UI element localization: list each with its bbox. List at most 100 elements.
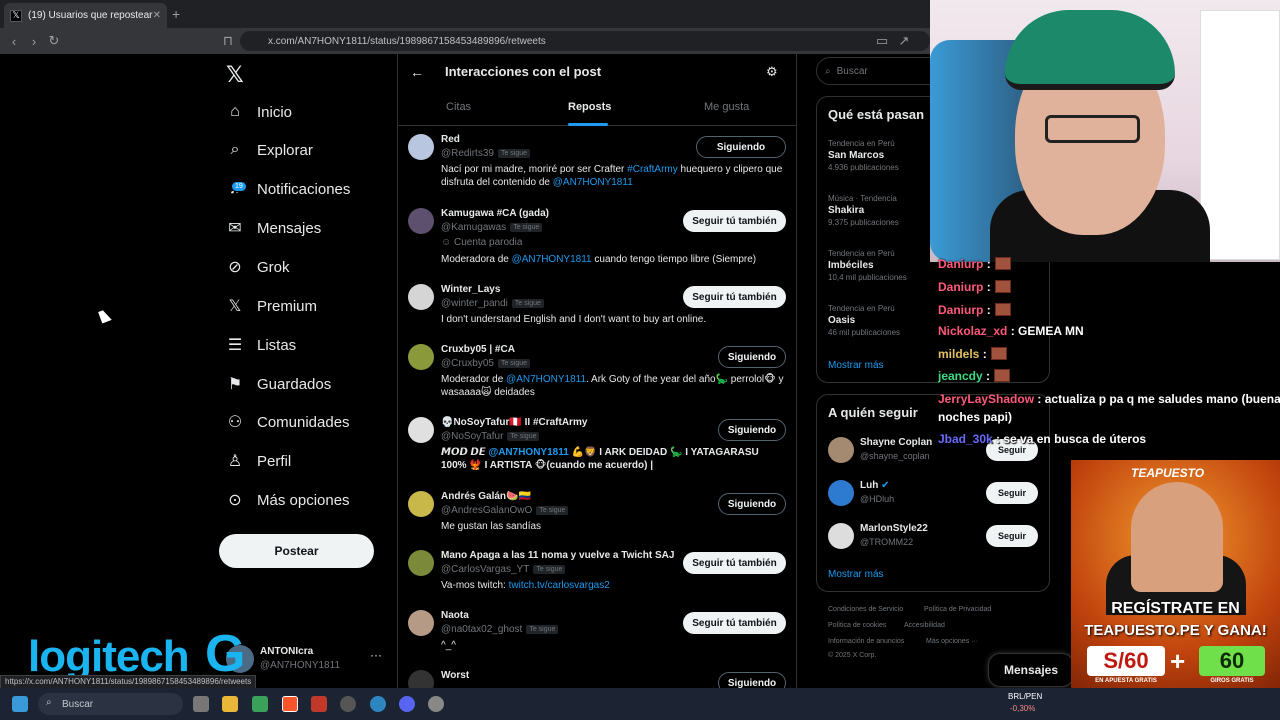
app-icon[interactable] [340, 696, 356, 712]
footer-link[interactable]: Política de cookies [828, 622, 886, 629]
settings-icon[interactable] [428, 696, 444, 712]
trend-item[interactable]: Música · Tendencia Shakira 9.375 publicaci… [828, 194, 899, 227]
app-icon[interactable] [370, 696, 386, 712]
user-row[interactable]: Worst Siguiendo [398, 668, 796, 688]
user-handle: @AndresGalanOwO Te sigue [441, 505, 569, 516]
trend-count: 4.936 publicaciones [828, 163, 899, 172]
nav-inicio[interactable]: ⌂ Inicio [226, 94, 292, 130]
user-handle: @na0tax02_ghost Te sigue [441, 624, 559, 635]
new-tab-icon[interactable]: + [172, 6, 180, 22]
user-row[interactable]: Andrés Galán🍉🇨🇴 @AndresGalanOwO Te sigue … [398, 489, 796, 544]
nav-label: Grok [257, 258, 290, 276]
follow-back-button[interactable]: Seguir tú también [683, 552, 786, 574]
bio-mention[interactable]: @AN7HONY1811 [553, 177, 633, 188]
brave-browser-icon[interactable] [282, 696, 298, 712]
tab-reposts[interactable]: Reposts [568, 101, 611, 113]
footer-link[interactable]: Accesibilidad [904, 622, 945, 629]
nav-notificaciones[interactable]: ♫19 Notificaciones [226, 171, 350, 207]
ad-subtext: GIROS GRATIS [1210, 678, 1254, 684]
user-row[interactable]: Kamugawa #CA (gada) @Kamugawas Te sigue ☺… [398, 206, 796, 276]
footer-link[interactable]: Política de Privacidad [924, 606, 991, 613]
user-row[interactable]: Naota @na0tax02_ghost Te sigue ^_^ Seguir… [398, 608, 796, 663]
app-icon[interactable] [311, 696, 327, 712]
ad-person [1131, 482, 1223, 592]
follow-button[interactable]: Seguir [986, 482, 1038, 504]
address-bar[interactable]: x.com/AN7HONY1811/status/198986715845348… [240, 31, 930, 51]
discord-icon[interactable] [399, 696, 415, 712]
show-more-link[interactable]: Mostrar más [828, 360, 884, 371]
back-icon[interactable]: ‹ [6, 33, 22, 49]
people-icon: ⚇ [227, 414, 243, 431]
footer-link[interactable]: Condiciones de Servicio [828, 606, 903, 613]
more-dots-icon[interactable]: ··· [370, 648, 382, 662]
chat-text: noches papi) [938, 410, 1013, 424]
suggestion-row[interactable]: Luh ✔ @HDluh Seguir [828, 478, 1043, 510]
nav-guardados[interactable]: ⚑ Guardados [226, 366, 331, 402]
cast-icon[interactable]: ▭ [874, 33, 890, 49]
trend-item[interactable]: Tendencia en Perú Imbéciles 10,4 mil publi… [828, 249, 907, 282]
following-button[interactable]: Siguiendo [718, 672, 786, 688]
user-row[interactable]: Mano Apaga a las 11 noma y vuelve a Twic… [398, 548, 796, 603]
chat-message: mildels : [938, 347, 1007, 361]
taskbar-search[interactable]: ⌕ Buscar [38, 693, 183, 715]
task-view-icon[interactable] [193, 696, 209, 712]
messages-drawer[interactable]: Mensajes [988, 653, 1074, 687]
handle-text: @AndresGalanOwO [441, 505, 533, 516]
trend-item[interactable]: Tendencia en Perú San Marcos 4.936 publica… [828, 139, 899, 172]
filter-icon[interactable]: ⚙ [766, 64, 778, 80]
nav-explorar[interactable]: ⌕ Explorar [226, 132, 313, 168]
user-bio: Moderador de @AN7HONY1811. Ark Goty of t… [441, 373, 786, 399]
nav-mas-opciones[interactable]: ⊙ Más opciones [226, 482, 349, 518]
following-button[interactable]: Siguiendo [696, 136, 786, 158]
following-button[interactable]: Siguiendo [718, 493, 786, 515]
bio-mention[interactable]: @AN7HONY1811 [512, 254, 592, 265]
nav-premium[interactable]: 𝕏 Premium [226, 288, 317, 324]
footer-link[interactable]: Más opciones ··· [926, 638, 978, 645]
file-explorer-icon[interactable] [222, 696, 238, 712]
follow-back-button[interactable]: Seguir tú también [683, 286, 786, 308]
start-icon[interactable] [12, 696, 28, 712]
user-row[interactable]: Cruxby05 | #CA @Cruxby05 Te sigue Moderad… [398, 342, 796, 407]
nav-mensajes[interactable]: ✉ Mensajes [226, 210, 321, 246]
emote-icon [994, 257, 1011, 270]
browser-tab[interactable]: 𝕏 (19) Usuarios que repostearon e ✕ [4, 3, 167, 28]
nav-grok[interactable]: ⊘ Grok [226, 249, 290, 285]
user-handle: @NoSoyTafur Te sigue [441, 431, 540, 442]
show-more-link[interactable]: Mostrar más [828, 569, 884, 580]
following-button[interactable]: Siguiendo [718, 346, 786, 368]
follow-back-button[interactable]: Seguir tú también [683, 210, 786, 232]
follow-button[interactable]: Seguir [986, 525, 1038, 547]
bio-hashtag[interactable]: #CraftArmy [627, 164, 678, 175]
following-button[interactable]: Siguiendo [718, 419, 786, 441]
follow-back-button[interactable]: Seguir tú también [683, 612, 786, 634]
user-bio: I don't understand English and I don't w… [441, 314, 707, 325]
nav-perfil[interactable]: ♙ Perfil [226, 443, 291, 479]
forward-icon[interactable]: › [26, 33, 42, 49]
tab-me-gusta[interactable]: Me gusta [704, 101, 749, 113]
x-logo-icon[interactable]: 𝕏 [226, 62, 244, 88]
close-tab-icon[interactable]: ✕ [153, 10, 161, 21]
user-row[interactable]: 💀NoSoyTafur🇵🇪 II #CraftArmy @NoSoyTafur T… [398, 415, 796, 481]
bio-mention[interactable]: @AN7HONY1811 [488, 447, 568, 458]
store-icon[interactable] [252, 696, 268, 712]
trend-item[interactable]: Tendencia en Perú Oasis 46 mil publicacion… [828, 304, 900, 337]
trend-count: 9.375 publicaciones [828, 218, 899, 227]
bio-mention[interactable]: @AN7HONY1811 [506, 374, 586, 385]
tab-citas[interactable]: Citas [446, 101, 471, 113]
suggestion-row[interactable]: MarlonStyle22 @TROMM22 Seguir [828, 521, 1043, 553]
footer-link[interactable]: Información de anuncios [828, 638, 904, 645]
nav-listas[interactable]: ☰ Listas [226, 327, 296, 363]
user-row[interactable]: Red @Redirts39 Te sigue Nací por mi madre… [398, 132, 796, 202]
account-switcher[interactable]: ANTONIcra @AN7HONY1811 ··· [226, 642, 396, 676]
reload-icon[interactable]: ↻ [46, 33, 62, 49]
share-icon[interactable]: ↗ [896, 33, 912, 49]
search-input[interactable]: ⌕ Buscar [816, 57, 946, 85]
post-button[interactable]: Postear [219, 534, 374, 568]
bio-link[interactable]: twitch.tv/carlosvargas2 [509, 580, 610, 591]
back-arrow-icon[interactable]: ← [410, 64, 424, 80]
bookmark-icon[interactable]: ⊓ [220, 33, 236, 49]
trend-name: Shakira [828, 205, 865, 216]
chat-user: JerryLayShadow [938, 392, 1035, 406]
nav-comunidades[interactable]: ⚇ Comunidades [226, 404, 350, 440]
user-row[interactable]: Winter_Lays @winter_pandi Te sigue I don'… [398, 282, 796, 337]
